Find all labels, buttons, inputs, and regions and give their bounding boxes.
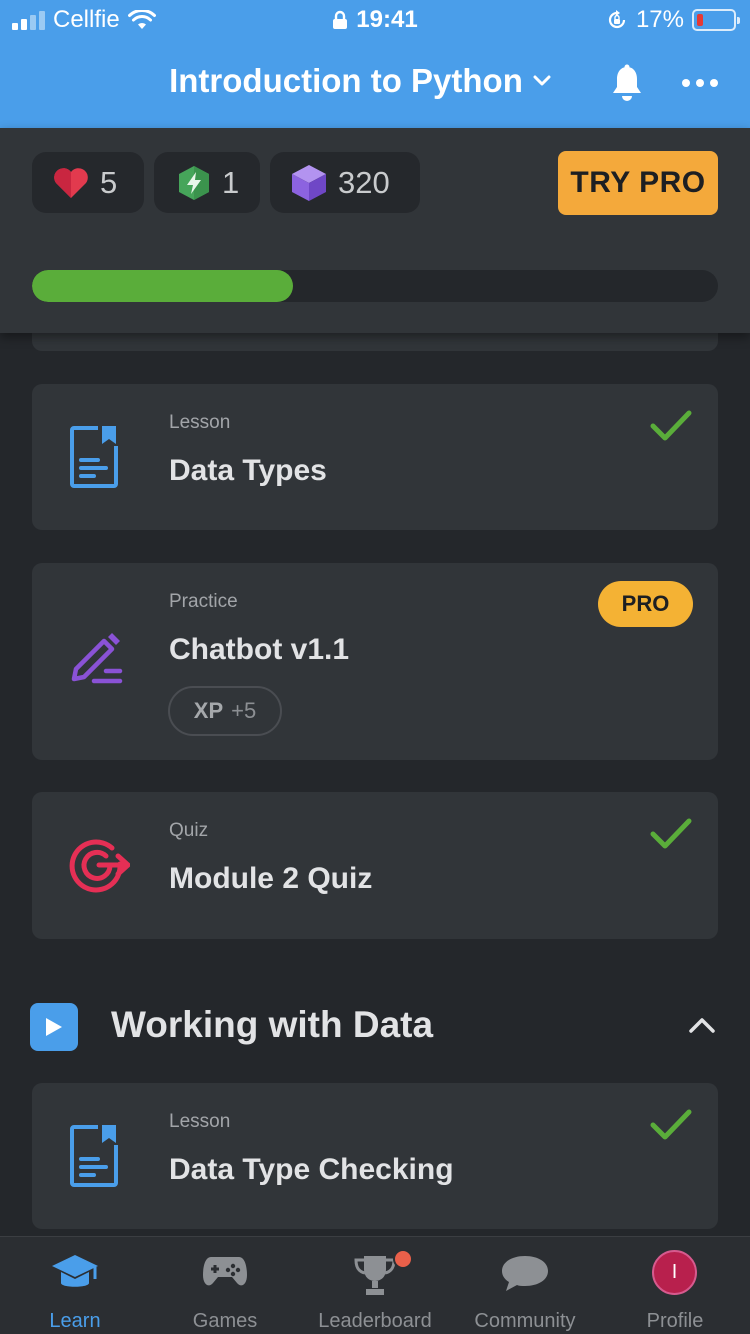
tab-label: Games	[192, 1310, 258, 1332]
play-icon	[30, 1003, 78, 1051]
tab-bar: Learn Games Leaderboard Community Profil…	[0, 1236, 750, 1334]
module-header[interactable]: Working with Data	[0, 998, 750, 1058]
gamepad-icon	[203, 1257, 247, 1286]
lock-icon	[333, 10, 348, 29]
xp-reward-chip: XP +5	[168, 686, 282, 736]
tab-label: Profile	[646, 1310, 704, 1332]
lesson-icon	[70, 426, 118, 488]
xp-value: +5	[231, 698, 257, 723]
tab-label: Learn	[49, 1310, 101, 1332]
course-progress-bar	[32, 270, 718, 302]
lesson-card[interactable]: Lesson Data Types	[32, 384, 718, 530]
battery-percent: 17%	[635, 6, 684, 33]
card-kind: Quiz	[169, 820, 209, 841]
heart-icon	[54, 167, 88, 198]
more-options-icon[interactable]	[680, 78, 720, 88]
status-right: 17%	[606, 6, 740, 34]
card-title: Module 2 Quiz	[169, 862, 373, 895]
target-icon	[69, 839, 130, 893]
battery-icon	[692, 9, 740, 31]
module-title: Working with Data	[111, 1004, 434, 1045]
app-screen: Cellfie 19:41 17% Introduction to Python…	[0, 0, 750, 1334]
tab-community[interactable]: Community	[450, 1237, 600, 1334]
previous-card[interactable]	[32, 333, 718, 351]
rotation-lock-icon	[608, 10, 626, 29]
battery-level	[697, 14, 704, 26]
check-icon	[650, 818, 692, 849]
bell-icon[interactable]	[610, 64, 644, 102]
lesson-icon	[70, 1125, 118, 1187]
practice-card[interactable]: Practice Chatbot v1.1 PRO XP +5	[32, 563, 718, 760]
course-title: Introduction to Python	[169, 62, 523, 99]
card-kind: Lesson	[169, 412, 231, 433]
pro-badge: PRO	[598, 581, 693, 627]
chevron-up-icon[interactable]	[688, 1016, 716, 1034]
card-kind: Practice	[169, 591, 238, 612]
trophy-icon	[354, 1256, 396, 1295]
nav-bar: Introduction to Python	[0, 40, 750, 128]
hearts-count: 5	[100, 164, 118, 200]
check-icon	[650, 1109, 692, 1140]
card-title: Data Types	[169, 454, 327, 487]
bolts-counter[interactable]: 1	[154, 152, 260, 213]
card-title: Chatbot v1.1	[169, 633, 350, 666]
xp-label: XP	[193, 698, 224, 723]
tab-label: Community	[474, 1310, 576, 1332]
bolts-count: 1	[222, 164, 240, 200]
card-title: Data Type Checking	[169, 1153, 454, 1186]
tab-games[interactable]: Games	[150, 1237, 300, 1334]
gems-counter[interactable]: 320	[270, 152, 420, 213]
check-icon	[650, 410, 692, 441]
try-pro-button[interactable]: TRY PRO	[558, 151, 718, 215]
graduation-cap-icon	[52, 1255, 98, 1287]
chevron-down-icon	[533, 75, 551, 86]
pencil-icon	[71, 633, 123, 684]
tab-label: Leaderboard	[318, 1310, 432, 1332]
avatar-icon[interactable]: I	[652, 1250, 697, 1295]
status-bar: Cellfie 19:41 17%	[0, 0, 750, 40]
gem-cube-icon	[292, 164, 326, 201]
gems-count: 320	[338, 164, 390, 200]
tab-leaderboard[interactable]: Leaderboard	[300, 1237, 450, 1334]
lightning-hexagon-icon	[179, 165, 209, 200]
card-kind: Lesson	[169, 1111, 231, 1132]
hearts-counter[interactable]: 5	[32, 152, 144, 213]
lesson-card[interactable]: Lesson Data Type Checking	[32, 1083, 718, 1229]
clock-time: 19:41	[356, 6, 418, 33]
lesson-list: Lesson Data Types Practice Chatbot v1.1 …	[0, 333, 750, 1236]
notification-dot	[393, 1249, 413, 1269]
tab-learn[interactable]: Learn	[0, 1237, 150, 1334]
chat-bubble-icon	[502, 1256, 548, 1291]
course-progress-fill	[32, 270, 293, 302]
stats-panel: 5 1 320 TRY PRO	[0, 128, 750, 333]
quiz-card[interactable]: Quiz Module 2 Quiz	[32, 792, 718, 939]
